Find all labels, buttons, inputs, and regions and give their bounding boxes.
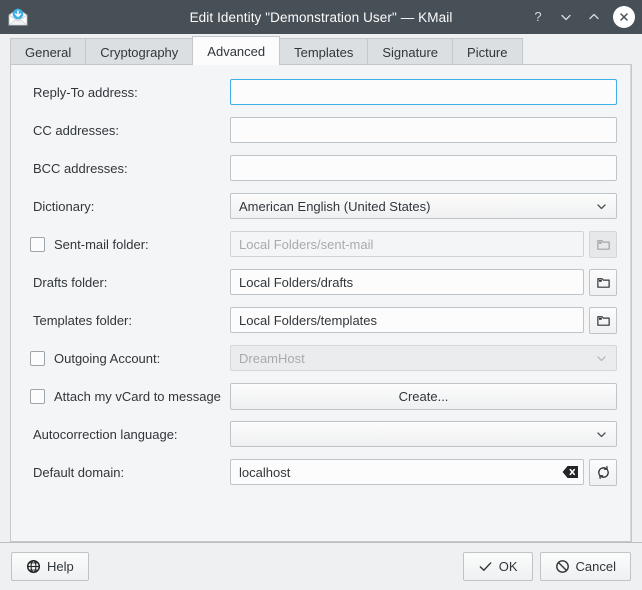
row-bcc: BCC addresses: (22, 149, 617, 187)
tab-signature[interactable]: Signature (367, 38, 452, 65)
bcc-label: BCC addresses: (22, 161, 230, 176)
help-window-button[interactable]: ? (525, 4, 551, 30)
drafts-folder-input[interactable] (230, 269, 584, 295)
tab-cryptography[interactable]: Cryptography (85, 38, 192, 65)
bcc-input[interactable] (230, 155, 617, 181)
cc-input[interactable] (230, 117, 617, 143)
outgoing-account-combobox: DreamHost (230, 345, 617, 371)
row-reply-to: Reply-To address: (22, 73, 617, 111)
sent-mail-folder-input (230, 231, 584, 257)
row-sent-mail-folder: Sent-mail folder: (22, 225, 617, 263)
chevron-down-icon (595, 200, 608, 213)
cancel-button[interactable]: Cancel (540, 552, 631, 581)
help-globe-icon (26, 559, 41, 574)
row-drafts-folder: Drafts folder: (22, 263, 617, 301)
titlebar: Edit Identity "Demonstration User" — KMa… (0, 0, 642, 34)
maximize-window-button[interactable] (581, 4, 607, 30)
tab-cryptography-label: Cryptography (100, 45, 178, 60)
templates-folder-label: Templates folder: (22, 313, 230, 328)
default-domain-input[interactable]: localhost (230, 459, 584, 485)
default-domain-label: Default domain: (22, 465, 230, 480)
folder-icon (596, 275, 611, 290)
window-controls: ? (525, 4, 642, 30)
row-autocorrection-language: Autocorrection language: (22, 415, 617, 453)
help-button-label: Help (47, 559, 74, 574)
minimize-window-button[interactable] (553, 4, 579, 30)
row-templates-folder: Templates folder: (22, 301, 617, 339)
folder-icon (596, 313, 611, 328)
cc-label: CC addresses: (22, 123, 230, 138)
tab-advanced-label: Advanced (207, 44, 265, 59)
outgoing-account-checkbox[interactable] (30, 351, 45, 366)
templates-folder-browse-button[interactable] (589, 307, 617, 334)
help-button[interactable]: Help (11, 552, 89, 581)
tab-signature-label: Signature (382, 45, 438, 60)
scroll-area-divider (630, 65, 631, 541)
autocorrection-language-combobox[interactable] (230, 421, 617, 447)
chevron-down-icon (595, 428, 608, 441)
dictionary-label: Dictionary: (22, 199, 230, 214)
default-domain-value: localhost (239, 465, 562, 480)
advanced-tab-panel: Reply-To address: CC addresses: BCC addr… (10, 64, 632, 542)
sent-mail-folder-checkbox[interactable] (30, 237, 45, 252)
default-domain-reset-button[interactable] (589, 459, 617, 486)
tab-picture[interactable]: Picture (452, 38, 522, 65)
edit-identity-dialog: Edit Identity "Demonstration User" — KMa… (0, 0, 642, 590)
ok-button[interactable]: OK (463, 552, 533, 581)
row-outgoing-account: Outgoing Account: DreamHost (22, 339, 617, 377)
attach-vcard-label-group: Attach my vCard to message (22, 389, 230, 404)
row-attach-vcard: Attach my vCard to message Create... (22, 377, 617, 415)
reply-to-label: Reply-To address: (22, 85, 230, 100)
sent-mail-folder-browse-button (589, 231, 617, 258)
create-vcard-button[interactable]: Create... (230, 383, 617, 410)
create-vcard-button-label: Create... (399, 389, 449, 404)
checkmark-icon (478, 559, 493, 574)
dialog-button-bar: Help OK Cancel (0, 543, 642, 590)
folder-icon (596, 237, 611, 252)
outgoing-account-value: DreamHost (239, 351, 595, 366)
clear-text-icon[interactable] (562, 465, 579, 479)
row-cc: CC addresses: (22, 111, 617, 149)
templates-folder-input[interactable] (230, 307, 584, 333)
outgoing-account-label: Outgoing Account: (54, 351, 160, 366)
reply-to-input[interactable] (230, 79, 617, 105)
row-default-domain: Default domain: localhost (22, 453, 617, 491)
autocorrection-language-label: Autocorrection language: (22, 427, 230, 442)
drafts-folder-browse-button[interactable] (589, 269, 617, 296)
refresh-icon (596, 465, 611, 480)
tab-templates[interactable]: Templates (280, 38, 367, 65)
dictionary-combobox[interactable]: American English (United States) (230, 193, 617, 219)
sent-mail-folder-label-group: Sent-mail folder: (22, 237, 230, 252)
kmail-envelope-icon (7, 6, 29, 28)
close-window-button[interactable] (613, 6, 635, 28)
ok-button-label: OK (499, 559, 518, 574)
chevron-down-icon (595, 352, 608, 365)
attach-vcard-checkbox[interactable] (30, 389, 45, 404)
attach-vcard-label: Attach my vCard to message (54, 389, 221, 404)
tab-general[interactable]: General (10, 38, 85, 65)
dictionary-value: American English (United States) (239, 199, 595, 214)
outgoing-account-label-group: Outgoing Account: (22, 351, 230, 366)
row-dictionary: Dictionary: American English (United Sta… (22, 187, 617, 225)
cancel-button-label: Cancel (576, 559, 616, 574)
tab-advanced[interactable]: Advanced (192, 36, 280, 65)
tab-picture-label: Picture (467, 45, 507, 60)
tab-bar: General Cryptography Advanced Templates … (0, 34, 642, 65)
sent-mail-folder-label: Sent-mail folder: (54, 237, 149, 252)
form-scroll-area: Reply-To address: CC addresses: BCC addr… (11, 65, 631, 541)
svg-text:?: ? (534, 10, 541, 24)
tab-general-label: General (25, 45, 71, 60)
drafts-folder-label: Drafts folder: (22, 275, 230, 290)
cancel-circle-slash-icon (555, 559, 570, 574)
tab-templates-label: Templates (294, 45, 353, 60)
